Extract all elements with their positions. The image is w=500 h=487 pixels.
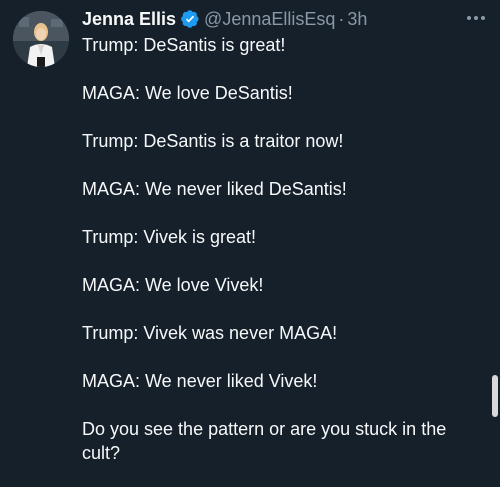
verified-badge-icon [180, 9, 200, 29]
tweet-line: Do you see the pattern or are you stuck … [82, 419, 447, 463]
more-options-button[interactable] [462, 8, 490, 28]
tweet-text: Trump: DeSantis is great! MAGA: We love … [82, 33, 487, 465]
tweet-line: MAGA: We love DeSantis! [82, 83, 293, 103]
tweet-line: Trump: Vivek is great! [82, 227, 257, 247]
more-options-icon [467, 16, 485, 20]
tweet-line: Trump: Vivek was never MAGA! [82, 323, 338, 343]
scrollbar-thumb[interactable] [492, 375, 498, 417]
tweet-line: Trump: DeSantis is great! [82, 35, 286, 55]
avatar[interactable] [13, 11, 69, 67]
tweet-line: MAGA: We never liked Vivek! [82, 371, 318, 391]
avatar-image [13, 11, 69, 67]
author-handle[interactable]: @JennaEllisEsq [204, 9, 335, 30]
tweet-line: Trump: DeSantis is a traitor now! [82, 131, 344, 151]
author-display-name[interactable]: Jenna Ellis [82, 9, 176, 30]
tweet: Jenna Ellis @JennaEllisEsq · 3h Trump: D… [0, 0, 500, 487]
tweet-line: MAGA: We love Vivek! [82, 275, 264, 295]
tweet-timestamp[interactable]: 3h [347, 9, 367, 30]
separator-dot: · [338, 8, 345, 29]
tweet-header: Jenna Ellis @JennaEllisEsq · 3h [82, 6, 367, 32]
tweet-line: MAGA: We never liked DeSantis! [82, 179, 347, 199]
